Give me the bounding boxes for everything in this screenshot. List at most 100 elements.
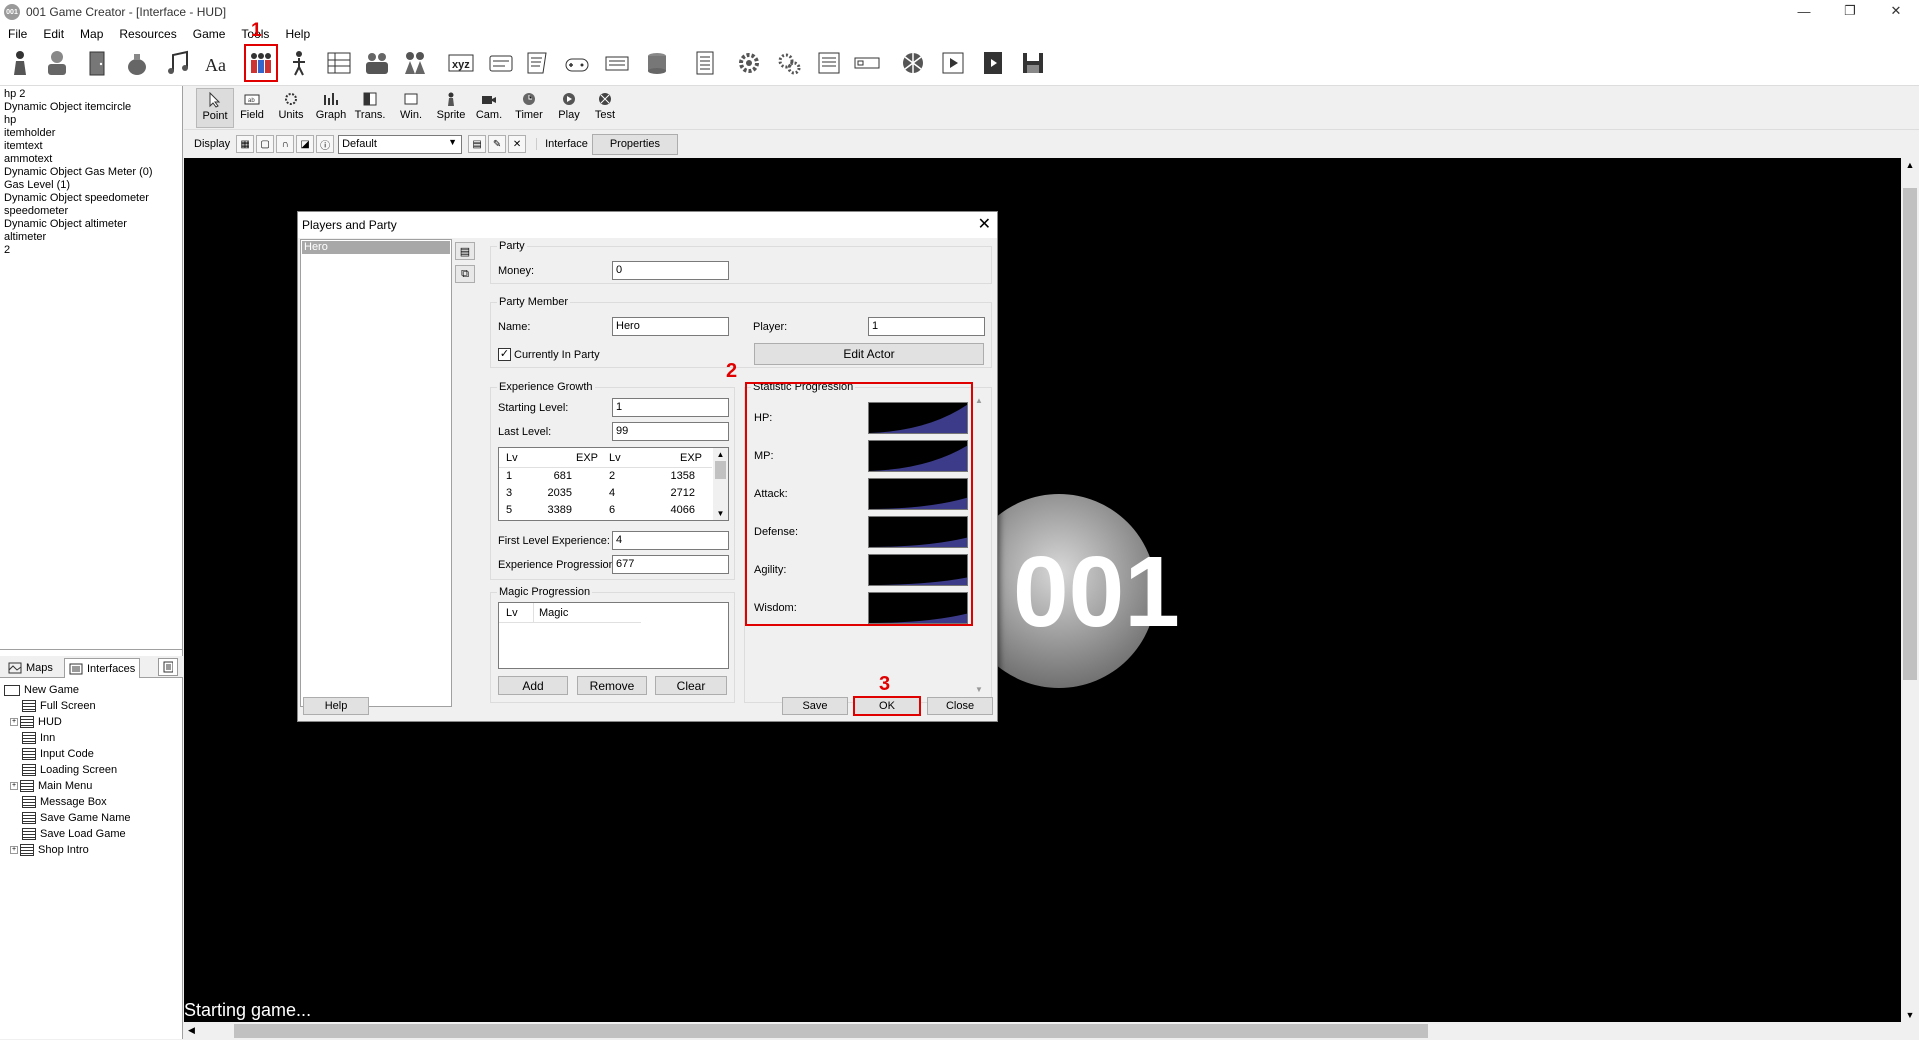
tree-root[interactable]: New Game	[0, 682, 183, 698]
expand-icon[interactable]: +	[10, 718, 18, 726]
stat-graph[interactable]	[868, 554, 968, 586]
character-icon-button[interactable]	[40, 44, 74, 82]
magnet-icon[interactable]: ∩	[276, 135, 295, 153]
last-level-input[interactable]: 99	[612, 422, 729, 441]
list-item-hero[interactable]: Hero	[302, 241, 450, 254]
document-icon-button[interactable]	[812, 44, 846, 82]
tree-item[interactable]: Message Box	[0, 794, 183, 810]
film-icon-button[interactable]	[976, 44, 1010, 82]
list-item[interactable]: Dynamic Object altimeter	[0, 218, 183, 231]
gears-icon-button[interactable]	[772, 44, 806, 82]
close-button[interactable]: Close	[927, 697, 993, 715]
disk-icon-button[interactable]	[640, 44, 674, 82]
menu-map[interactable]: Map	[72, 27, 111, 41]
stat-graph[interactable]	[868, 516, 968, 548]
player-input[interactable]: 1	[868, 317, 985, 336]
mode-timer-button[interactable]: Timer	[510, 88, 548, 128]
experience-table[interactable]: Lv EXP Lv EXP 1 681 2 1358 3 2035 4 2712 5 3389 6 4…	[498, 447, 729, 521]
vertical-scrollbar[interactable]: ▲ ▼	[1901, 158, 1919, 1022]
money-input[interactable]: 0	[612, 261, 729, 280]
pencil-icon[interactable]: ✎	[488, 135, 507, 153]
list-item[interactable]: Dynamic Object Gas Meter (0)	[0, 166, 183, 179]
save-icon-button[interactable]	[1016, 44, 1050, 82]
display-select[interactable]: Default ▼	[338, 134, 463, 154]
expand-icon[interactable]: +	[10, 846, 18, 854]
list-item[interactable]: itemholder	[0, 127, 183, 140]
info-icon[interactable]: ⓘ	[316, 135, 335, 153]
dialog-close-icon[interactable]: ✕	[978, 214, 991, 234]
mode-trans-button[interactable]: Trans.	[351, 88, 389, 128]
mode-test-button[interactable]: Test	[586, 88, 624, 128]
new-interface-button[interactable]	[158, 658, 178, 676]
list-item[interactable]: Gas Level (1)	[0, 179, 183, 192]
tree-item[interactable]: Save Game Name	[0, 810, 183, 826]
video-icon-button[interactable]	[936, 44, 970, 82]
experience-scrollbar[interactable]: ▲ ▼	[713, 448, 728, 520]
contrast-icon[interactable]: ◪	[296, 135, 315, 153]
minimize-icon[interactable]: —	[1781, 0, 1827, 22]
gamepad-icon-button[interactable]	[560, 44, 594, 82]
database-icon-button[interactable]	[322, 44, 356, 82]
scroll-down-icon[interactable]: ▼	[972, 685, 986, 694]
table-row[interactable]: 1 681 2 1358	[499, 469, 712, 485]
copy-member-button[interactable]: ⧉	[455, 265, 475, 283]
xyz-icon-button[interactable]: xyz	[444, 44, 478, 82]
list-icon-button[interactable]	[688, 44, 722, 82]
add-button[interactable]: Add	[498, 676, 568, 695]
save-button[interactable]: Save	[782, 697, 848, 715]
mode-play-button[interactable]: Play	[550, 88, 588, 128]
exp-progression-input[interactable]: 677	[612, 555, 729, 574]
tree-item[interactable]: + Shop Intro	[0, 842, 183, 858]
table-row[interactable]: 5 3389 6 4066	[499, 503, 712, 519]
mode-graph-button[interactable]: Graph	[312, 88, 350, 128]
help-button[interactable]: Help	[303, 697, 369, 715]
note-icon-button[interactable]	[520, 44, 554, 82]
scroll-up-icon[interactable]: ▲	[713, 450, 728, 459]
menu-resources[interactable]: Resources	[111, 27, 184, 41]
name-input[interactable]: Hero	[612, 317, 729, 336]
stat-graph[interactable]	[868, 440, 968, 472]
first-level-exp-input[interactable]: 4	[612, 531, 729, 550]
list-item[interactable]: Dynamic Object speedometer	[0, 192, 183, 205]
list-item[interactable]: Dynamic Object itemcircle	[0, 101, 183, 114]
gear-icon-button[interactable]	[732, 44, 766, 82]
tab-interfaces[interactable]: Interfaces	[64, 658, 141, 678]
grid-icon[interactable]: ▢	[256, 135, 275, 153]
clear-button[interactable]: Clear	[655, 676, 727, 695]
mode-cam-button[interactable]: Cam.	[470, 88, 508, 128]
mode-sprite-button[interactable]: Sprite	[432, 88, 470, 128]
mode-field-button[interactable]: ab Field	[233, 88, 271, 128]
stat-graph[interactable]	[868, 402, 968, 434]
mode-units-button[interactable]: Units	[272, 88, 310, 128]
mode-cursor-button[interactable]: Point	[196, 88, 234, 128]
list-item[interactable]: 2	[0, 244, 183, 257]
tree-item[interactable]: Loading Screen	[0, 762, 183, 778]
tree-item[interactable]: + HUD	[0, 714, 183, 730]
list-item[interactable]: speedometer	[0, 205, 183, 218]
font-icon-button[interactable]: Aa	[200, 44, 234, 82]
list-item[interactable]: hp	[0, 114, 183, 127]
party-member-list[interactable]: Hero	[300, 239, 452, 707]
actor-icon-button[interactable]	[3, 44, 37, 82]
remove-button[interactable]: Remove	[577, 676, 647, 695]
experience-scroll-thumb[interactable]	[715, 461, 726, 479]
close-window-icon[interactable]: ✕	[1873, 0, 1919, 22]
ok-button[interactable]: OK	[854, 697, 920, 715]
film-icon[interactable]: ▦	[236, 135, 255, 153]
statistic-scrollbar[interactable]: ▲ ▼	[972, 396, 986, 694]
edit-actor-button[interactable]: Edit Actor	[754, 343, 984, 365]
menu-game[interactable]: Game	[185, 27, 234, 41]
horizontal-scrollbar[interactable]: ◀	[184, 1022, 1901, 1040]
mode-win-button[interactable]: Win.	[392, 88, 430, 128]
magic-table[interactable]: Lv Magic	[498, 602, 729, 669]
tree-item[interactable]: Save Load Game	[0, 826, 183, 842]
tree-item[interactable]: Inn	[0, 730, 183, 746]
scroll-up-icon[interactable]: ▲	[972, 396, 986, 405]
add-member-button[interactable]: ▤	[455, 242, 475, 260]
vertical-scroll-thumb[interactable]	[1903, 188, 1917, 680]
list-item[interactable]: hp 2	[0, 88, 183, 101]
tree-item[interactable]: + Main Menu	[0, 778, 183, 794]
horizontal-scroll-thumb[interactable]	[234, 1024, 1428, 1038]
list-item[interactable]: altimeter	[0, 231, 183, 244]
card-icon-button[interactable]	[484, 44, 518, 82]
